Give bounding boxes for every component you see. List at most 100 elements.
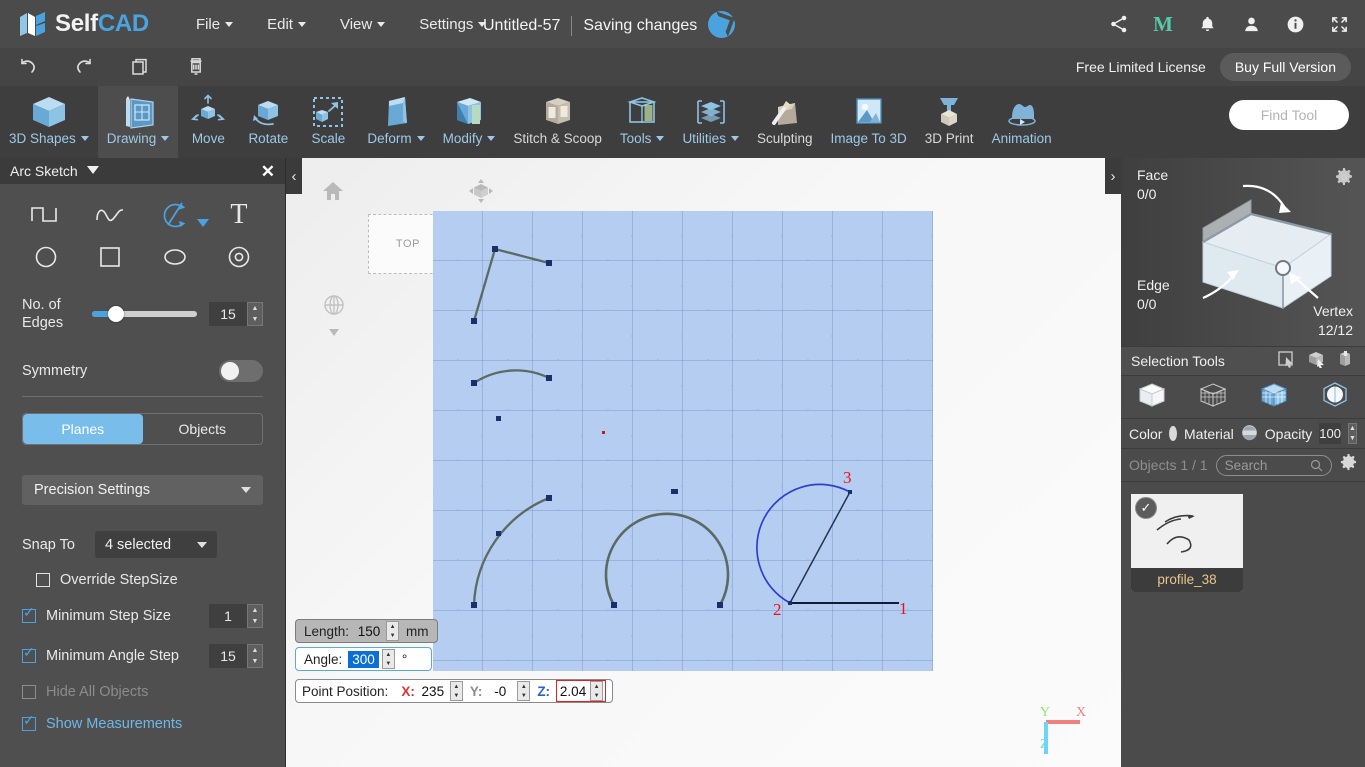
objects-settings-gear-icon[interactable] [1340, 454, 1357, 476]
length-spinner[interactable]: ▲ ▼ [386, 621, 400, 641]
min-angle-step-value[interactable]: 15 [209, 644, 247, 669]
min-step-size-stepper[interactable]: 1 ▲ ▼ [209, 604, 263, 629]
opacity-value[interactable]: 100 [1319, 423, 1341, 444]
object-selected-checkbox[interactable]: ✓ [1135, 497, 1157, 519]
fullscreen-icon[interactable] [1327, 12, 1351, 36]
collapse-left-panel-button[interactable]: ‹ [286, 158, 302, 194]
ribbon-item-rotate[interactable]: Rotate [238, 86, 298, 158]
angle-spinner[interactable]: ▲ ▼ [381, 649, 395, 669]
text-tool[interactable]: T [207, 194, 271, 236]
color-swatch[interactable] [1169, 426, 1177, 441]
angle-measurement-field[interactable]: Angle: 300 ▲ ▼ ° [295, 647, 432, 671]
spin-up-icon[interactable]: ▲ [387, 622, 398, 631]
snap-to-dropdown[interactable]: 4 selected [94, 531, 217, 559]
left-panel-title[interactable]: Arc Sketch [10, 163, 99, 179]
paint-select-icon[interactable] [1337, 350, 1355, 373]
opacity-spinner[interactable]: ▲ ▼ [1347, 423, 1357, 444]
spin-up-icon[interactable]: ▲ [591, 682, 602, 691]
edges-slider-knob[interactable] [108, 306, 125, 323]
ribbon-item-3d-print[interactable]: 3D Print [916, 86, 983, 158]
spin-down-icon[interactable]: ▼ [591, 691, 602, 700]
angle-value[interactable]: 300 [348, 650, 379, 668]
z-value[interactable]: 2.04 [559, 684, 587, 699]
x-value[interactable]: 235 [419, 684, 447, 699]
spin-down-icon[interactable]: ▼ [383, 659, 394, 668]
undo-icon[interactable] [0, 48, 56, 86]
buy-full-version-button[interactable]: Buy Full Version [1219, 53, 1351, 81]
rect-select-icon[interactable] [1277, 350, 1295, 373]
face-mode-icon[interactable] [1259, 381, 1289, 414]
spin-up-icon[interactable]: ▲ [248, 645, 262, 656]
sketch-grid[interactable]: 1 2 3 [433, 211, 933, 671]
length-value[interactable]: 150 [355, 624, 383, 639]
redo-icon[interactable] [56, 48, 112, 86]
app-logo[interactable]: SelfCAD [18, 9, 149, 39]
ribbon-item-drawing[interactable]: Drawing [97, 86, 179, 158]
edges-spinner[interactable]: ▲ ▼ [247, 302, 263, 327]
ribbon-item-deform[interactable]: Deform [358, 86, 433, 158]
close-icon[interactable]: ✕ [261, 163, 275, 180]
y-value[interactable]: -0 [486, 684, 514, 699]
menu-edit[interactable]: Edit [250, 8, 323, 41]
tab-planes[interactable]: Planes [23, 414, 143, 445]
z-spinner[interactable]: ▲ ▼ [590, 681, 604, 701]
spin-up-icon[interactable]: ▲ [518, 682, 529, 691]
spin-down-icon[interactable]: ▼ [248, 616, 262, 627]
z-value-group[interactable]: 2.04 ▲ ▼ [556, 680, 607, 702]
y-spinner[interactable]: ▲ ▼ [517, 681, 531, 701]
ribbon-item-sculpting[interactable]: Sculpting [748, 86, 822, 158]
ribbon-item-tools[interactable]: Tools [611, 86, 674, 158]
ribbon-item-3d-shapes[interactable]: 3D Shapes [0, 86, 98, 158]
info-icon[interactable] [1283, 12, 1307, 36]
min-angle-step-spinner[interactable]: ▲ ▼ [247, 644, 263, 669]
bell-icon[interactable] [1195, 12, 1219, 36]
objects-search-input[interactable]: Search [1215, 454, 1332, 476]
expand-right-panel-button[interactable]: › [1105, 158, 1121, 194]
share-icon[interactable] [1107, 12, 1131, 36]
vertex-mode-icon[interactable] [1198, 381, 1228, 414]
tab-objects[interactable]: Objects [143, 414, 263, 444]
ring-tool[interactable] [207, 236, 271, 278]
min-step-size-spinner[interactable]: ▲ ▼ [247, 604, 263, 629]
spin-down-icon[interactable]: ▼ [1349, 434, 1356, 444]
chevron-down-icon[interactable] [329, 329, 339, 336]
user-icon[interactable] [1239, 12, 1263, 36]
x-spinner[interactable]: ▲ ▼ [449, 681, 463, 701]
ribbon-item-stitch-scoop[interactable]: Stitch & Scoop [504, 86, 611, 158]
ribbon-item-modify[interactable]: Modify [434, 86, 505, 158]
spin-down-icon[interactable]: ▼ [387, 631, 398, 640]
home-view-icon[interactable] [322, 180, 344, 207]
freehand-tool[interactable] [78, 194, 142, 236]
min-step-size-checkbox[interactable] [22, 605, 36, 624]
spin-up-icon[interactable]: ▲ [451, 682, 462, 691]
edges-stepper[interactable]: 15 ▲ ▼ [209, 302, 263, 327]
min-angle-step-stepper[interactable]: 15 ▲ ▼ [209, 644, 263, 669]
perspective-toggle-icon[interactable] [322, 293, 346, 341]
menu-file[interactable]: File [179, 8, 250, 41]
override-stepsize-checkbox[interactable] [36, 573, 50, 588]
spin-down-icon[interactable]: ▼ [451, 691, 462, 700]
ribbon-item-utilities[interactable]: Utilities [673, 86, 748, 158]
spin-up-icon[interactable]: ▲ [383, 650, 394, 659]
ribbon-item-image-to-3d[interactable]: Image To 3D [822, 86, 916, 158]
spin-down-icon[interactable]: ▼ [248, 656, 262, 667]
rectangle-tool[interactable] [78, 236, 142, 278]
min-step-size-value[interactable]: 1 [209, 604, 247, 629]
copy-icon[interactable] [112, 48, 168, 86]
magic-m-icon[interactable]: M [1151, 12, 1175, 36]
symmetry-toggle[interactable] [219, 360, 263, 383]
ribbon-item-animation[interactable]: Animation [983, 86, 1061, 158]
length-measurement-field[interactable]: Length: 150 ▲ ▼ mm [295, 619, 438, 643]
document-title[interactable]: Untitled-57 [483, 17, 560, 35]
min-angle-step-checkbox[interactable] [22, 645, 36, 664]
hide-all-objects-checkbox[interactable] [22, 685, 36, 700]
spin-up-icon[interactable]: ▲ [1349, 424, 1356, 434]
spin-up-icon[interactable]: ▲ [248, 303, 262, 314]
menu-view[interactable]: View [323, 8, 402, 41]
material-icon[interactable] [1241, 424, 1258, 444]
ellipse-tool[interactable] [143, 236, 207, 278]
edges-value[interactable]: 15 [209, 302, 247, 327]
precision-settings-dropdown[interactable]: Precision Settings [22, 475, 263, 506]
delete-icon[interactable] [168, 48, 224, 86]
spin-down-icon[interactable]: ▼ [518, 691, 529, 700]
